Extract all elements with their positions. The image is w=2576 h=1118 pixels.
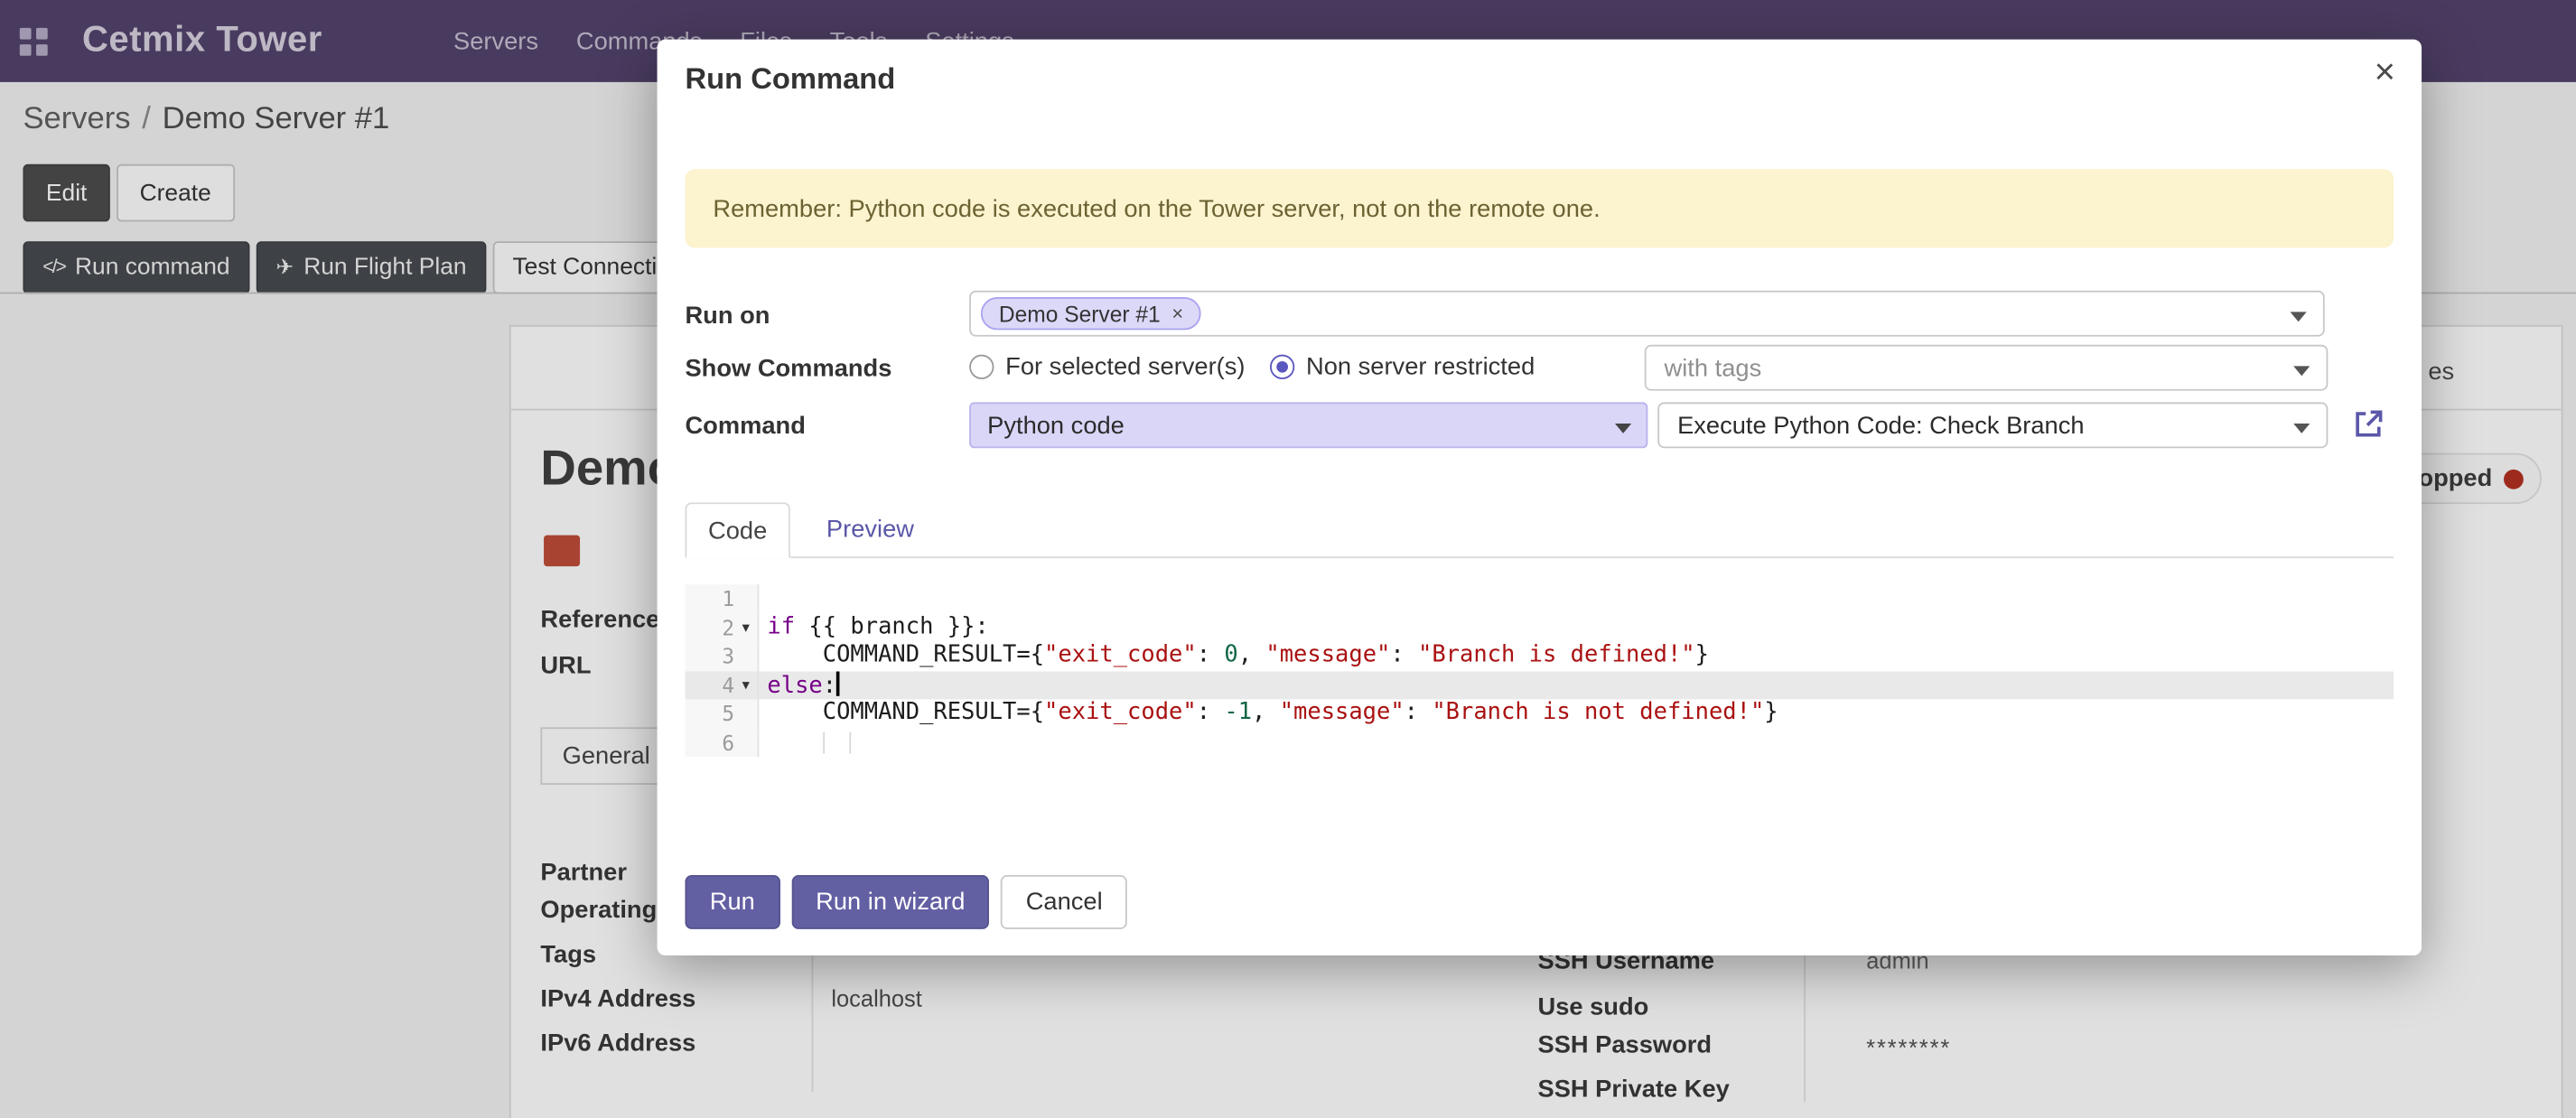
indent-guide bbox=[823, 731, 825, 753]
line-number: 5 bbox=[722, 699, 734, 728]
external-link-icon[interactable] bbox=[2353, 409, 2385, 441]
radio-non-server-restricted[interactable] bbox=[1270, 355, 1294, 379]
alert-text: Remember: Python code is executed on the… bbox=[713, 194, 1600, 222]
command-type-value: Python code bbox=[987, 412, 1125, 440]
text-cursor bbox=[836, 671, 839, 695]
label-show-commands: Show Commands bbox=[685, 355, 891, 383]
line-number: 3 bbox=[722, 642, 734, 671]
caret-down-icon[interactable] bbox=[2293, 424, 2310, 433]
run-command-modal: Run Command × Remember: Python code is e… bbox=[658, 40, 2422, 955]
command-value: Execute Python Code: Check Branch bbox=[1677, 412, 2084, 440]
run-in-wizard-button[interactable]: Run in wizard bbox=[791, 875, 990, 929]
command-type-select[interactable]: Python code bbox=[969, 402, 1647, 448]
label-command: Command bbox=[685, 412, 805, 440]
python-warning-alert: Remember: Python code is executed on the… bbox=[685, 169, 2394, 247]
indent-guide bbox=[849, 731, 851, 753]
label-run-on: Run on bbox=[685, 302, 770, 330]
server-chip: Demo Server #1 × bbox=[981, 297, 1201, 330]
chip-remove-icon[interactable]: × bbox=[1171, 302, 1183, 324]
run-on-select[interactable]: Demo Server #1 × bbox=[969, 291, 2325, 337]
line-number: 6 bbox=[722, 728, 734, 757]
caret-down-icon[interactable] bbox=[2293, 366, 2310, 376]
line-number: 4 bbox=[722, 671, 734, 700]
line-number: 2 bbox=[722, 613, 734, 642]
modal-footer: Run Run in wizard Cancel bbox=[685, 875, 1126, 929]
with-tags-select[interactable]: with tags bbox=[1645, 345, 2329, 391]
with-tags-placeholder: with tags bbox=[1665, 355, 1762, 383]
tab-preview[interactable]: Preview bbox=[803, 500, 937, 556]
server-chip-label: Demo Server #1 bbox=[999, 302, 1161, 326]
code-editor[interactable]: 1 2▾ if {{ branch }}: 3 COMMAND_RESULT={… bbox=[685, 584, 2394, 757]
caret-down-icon[interactable] bbox=[1615, 424, 1631, 433]
screen: Cetmix Tower Servers Commands Files Tool… bbox=[0, 0, 2576, 1118]
cancel-button[interactable]: Cancel bbox=[1001, 875, 1127, 929]
command-select[interactable]: Execute Python Code: Check Branch bbox=[1657, 402, 2328, 448]
line-number: 1 bbox=[722, 584, 734, 613]
run-button[interactable]: Run bbox=[685, 875, 779, 929]
radio-for-selected-servers[interactable] bbox=[969, 355, 994, 379]
fold-arrow-icon[interactable]: ▾ bbox=[734, 671, 757, 700]
caret-down-icon[interactable] bbox=[2291, 312, 2307, 321]
radio-label-non-server-restricted[interactable]: Non server restricted bbox=[1306, 353, 1535, 381]
close-icon[interactable]: × bbox=[2375, 54, 2395, 90]
tab-code[interactable]: Code bbox=[685, 502, 789, 558]
fold-arrow-icon[interactable]: ▾ bbox=[734, 613, 757, 642]
code-line-6: 6 bbox=[685, 728, 2394, 757]
modal-tabs: Code Preview bbox=[685, 500, 2394, 558]
radio-label-for-selected-servers[interactable]: For selected server(s) bbox=[1005, 353, 1245, 381]
code-line-1: 1 bbox=[685, 584, 2394, 613]
code-line-5: 5 COMMAND_RESULT={"exit_code": -1, "mess… bbox=[685, 699, 2394, 728]
modal-title: Run Command bbox=[685, 62, 895, 97]
code-line-2: 2▾ if {{ branch }}: bbox=[685, 613, 2394, 642]
code-line-3: 3 COMMAND_RESULT={"exit_code": 0, "messa… bbox=[685, 642, 2394, 671]
code-line-4-active: 4▾ else: bbox=[685, 671, 2394, 700]
